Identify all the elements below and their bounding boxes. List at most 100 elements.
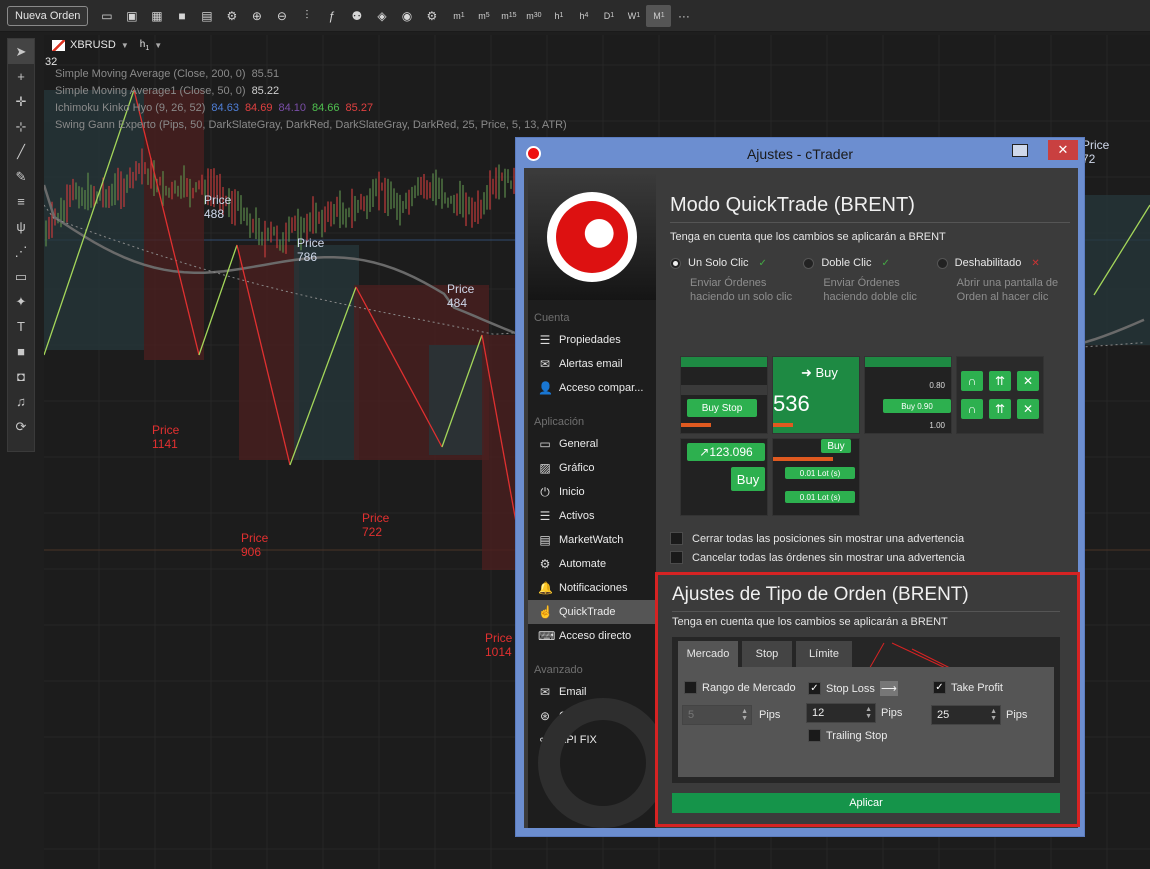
template-icon[interactable]: ⚙ — [419, 5, 444, 27]
market-range-input[interactable]: 5 ▲ ▼ — [682, 705, 752, 725]
sidebar-item-gráfico[interactable]: ▨ Gráfico — [528, 456, 656, 480]
stop-loss-checkbox[interactable]: ✓ — [808, 682, 821, 695]
dialog-body: Cuenta ☰ Propiedades ✉ Alertas email 👤 Acceso … — [524, 168, 1080, 828]
mode-option[interactable]: Un Solo Clic ✓ Enviar Órdenes haciendo un … — [670, 257, 803, 304]
lot-2: 0.01 Lot (s) — [785, 491, 855, 503]
indicator-row[interactable]: Simple Moving Average (Close, 200, 0) 85.… — [55, 68, 279, 80]
close-button[interactable]: ✕ — [1048, 140, 1078, 160]
sidebar-item-activos[interactable]: ☰ Activos — [528, 504, 656, 528]
indicator-value: 84.69 — [244, 102, 273, 114]
price-label: Price 488 — [204, 193, 232, 221]
indicator-value: 84.66 — [312, 102, 340, 114]
sidebar-item-label: Gráfico — [559, 462, 595, 474]
price-label: Price 72 — [1082, 138, 1110, 166]
price-label: Price 484 — [447, 282, 475, 310]
timeframe-m15[interactable]: m 15 — [496, 5, 521, 27]
crosshair-icon[interactable]: + — [8, 64, 34, 89]
sidebar-item-acceso-directo[interactable]: ⌨ Acceso directo — [528, 624, 656, 648]
apply-button[interactable]: Aplicar — [672, 793, 1060, 813]
fib-icon[interactable]: ≡ — [8, 189, 34, 214]
dialog-titlebar[interactable]: Ajustes - cTrader ✕ — [516, 138, 1084, 168]
indicator-row[interactable]: Ichimoku Kinko Hyo (9, 26, 52) 84.63 84.69… — [55, 102, 373, 114]
sidebar-item-automate[interactable]: ⚙ Automate — [528, 552, 656, 576]
take-profit-input[interactable]: 25 ▲ ▼ — [931, 705, 1001, 725]
mode-option[interactable]: Doble Clic ✓ Enviar Órdenes haciendo doble… — [803, 257, 936, 304]
preview-buy-small: ↗ 123.096 Buy — [680, 438, 768, 516]
sidebar-item-quicktrade[interactable]: ☝ QuickTrade — [528, 600, 656, 624]
tab-stop[interactable]: Stop — [742, 641, 792, 667]
chart-settings-icon[interactable]: ⚙ — [219, 5, 244, 27]
ruler-icon[interactable]: ⊹ — [8, 114, 34, 139]
sidebar-item-general[interactable]: ▭ General — [528, 432, 656, 456]
settings-dialog: Ajustes - cTrader ✕ Cuenta ☰ Propiedades ✉ A… — [515, 137, 1085, 837]
text-icon[interactable]: T — [8, 314, 34, 339]
quicktrade-option[interactable]: Cerrar todas las posiciones sin mostrar … — [670, 529, 965, 548]
option-checkbox[interactable] — [670, 532, 683, 545]
square-icon[interactable]: ■ — [8, 339, 34, 364]
timeframe-m30[interactable]: m 30 — [521, 5, 546, 27]
chart-type-icon[interactable]: ⫶ — [294, 5, 319, 27]
drawing-toolbar: ➤ + ✛ ⊹ ╱ ✎ ≡ ψ ⋰ ▭ ✦ T ■ ◘ ♫ ⟳ — [7, 38, 35, 452]
timeframe-dropdown-icon[interactable]: ▼ — [154, 41, 162, 50]
single-layout-icon[interactable]: ■ — [169, 5, 194, 27]
line-icon[interactable]: ╱ — [8, 139, 34, 164]
timeframe-h4[interactable]: h4 — [571, 5, 596, 27]
pips-label: Pips — [759, 709, 781, 721]
trailing-stop-checkbox[interactable] — [808, 729, 821, 742]
marker-icon[interactable]: ✦ — [8, 289, 34, 314]
pen-icon[interactable]: ✎ — [8, 164, 34, 189]
alert-bell-icon[interactable]: ♫ — [8, 389, 34, 414]
sidebar-item-marketwatch[interactable]: ▤ MarketWatch — [528, 528, 656, 552]
timeframe-D1[interactable]: D1 — [596, 5, 621, 27]
pattern-icon[interactable]: ⋰ — [8, 239, 34, 264]
detach-icon[interactable]: ▣ — [119, 5, 144, 27]
sidebar-item-alertas-email[interactable]: ✉ Alertas email — [528, 352, 656, 376]
zoom-out-icon[interactable]: ⊖ — [269, 5, 294, 27]
quicktrade-option[interactable]: Cancelar todas las órdenes sin mostrar u… — [670, 548, 965, 567]
timeframe-h1[interactable]: h1 — [546, 5, 571, 27]
timeframe-label[interactable]: h1 — [140, 39, 149, 52]
indicator-icon[interactable]: ƒ — [319, 5, 344, 27]
stop-loss-input[interactable]: 12 ▲ ▼ — [806, 703, 876, 723]
tab-mercado[interactable]: Mercado — [678, 641, 738, 667]
zoom-in-icon[interactable]: ⊕ — [244, 5, 269, 27]
restore-icon[interactable] — [1012, 144, 1028, 157]
split-layout-icon[interactable]: ▤ — [194, 5, 219, 27]
mode-option[interactable]: Deshabilitado ✕ Abrir una pantalla de Orde… — [936, 257, 1070, 304]
sidebar-item-acceso-compar-[interactable]: 👤 Acceso compar... — [528, 376, 656, 400]
robot-icon[interactable]: ⚉ — [344, 5, 369, 27]
grid-layout-icon[interactable]: ▦ — [144, 5, 169, 27]
indicator-row[interactable]: Swing Gann Experto (Pips, 50, DarkSlateG… — [55, 119, 567, 131]
check-icon: ✓ — [758, 257, 767, 269]
mode-radio[interactable] — [670, 257, 681, 269]
replay-icon[interactable]: ⟳ — [8, 414, 34, 439]
timeframe-W1[interactable]: W1 — [621, 5, 646, 27]
rectangle-icon[interactable]: ▭ — [8, 264, 34, 289]
indicator-row[interactable]: Simple Moving Average1 (Close, 50, 0) 85.… — [55, 85, 279, 97]
cursor-icon[interactable]: ➤ — [8, 39, 34, 64]
take-profit-checkbox[interactable]: ✓ — [933, 681, 946, 694]
sidebar-item-propiedades[interactable]: ☰ Propiedades — [528, 328, 656, 352]
sidebar-item-notificaciones[interactable]: 🔔 Notificaciones — [528, 576, 656, 600]
option-label: Cerrar todas las posiciones sin mostrar … — [692, 532, 965, 545]
mode-radio[interactable] — [803, 257, 815, 269]
eye-icon[interactable]: ◉ — [394, 5, 419, 27]
layers-icon[interactable]: ◈ — [369, 5, 394, 27]
new-order-button[interactable]: Nueva Orden — [7, 5, 89, 26]
arrow-right-icon[interactable]: ⟶ — [879, 681, 898, 696]
pitchfork-icon[interactable]: ψ — [8, 214, 34, 239]
market-range-checkbox[interactable] — [684, 681, 697, 694]
sidebar-item-inicio[interactable]: ⏻ Inicio — [528, 480, 656, 504]
timeframe-M1[interactable]: M1 — [646, 4, 672, 27]
timeframe-m1[interactable]: m1 — [446, 5, 471, 27]
chart-window-icon[interactable]: ▭ — [94, 5, 119, 27]
camera-icon[interactable]: ◘ — [8, 364, 34, 389]
symbol-label[interactable]: XBRUSD — [70, 39, 116, 51]
mode-radio[interactable] — [936, 257, 948, 269]
symbol-dropdown-icon[interactable]: ▼ — [121, 41, 129, 50]
crosshair-dot-icon[interactable]: ✛ — [8, 89, 34, 114]
more-icon[interactable]: ··· — [671, 5, 696, 27]
timeframe-m5[interactable]: m5 — [471, 5, 496, 27]
option-checkbox[interactable] — [670, 551, 683, 564]
tab-limite[interactable]: Límite — [796, 641, 852, 667]
